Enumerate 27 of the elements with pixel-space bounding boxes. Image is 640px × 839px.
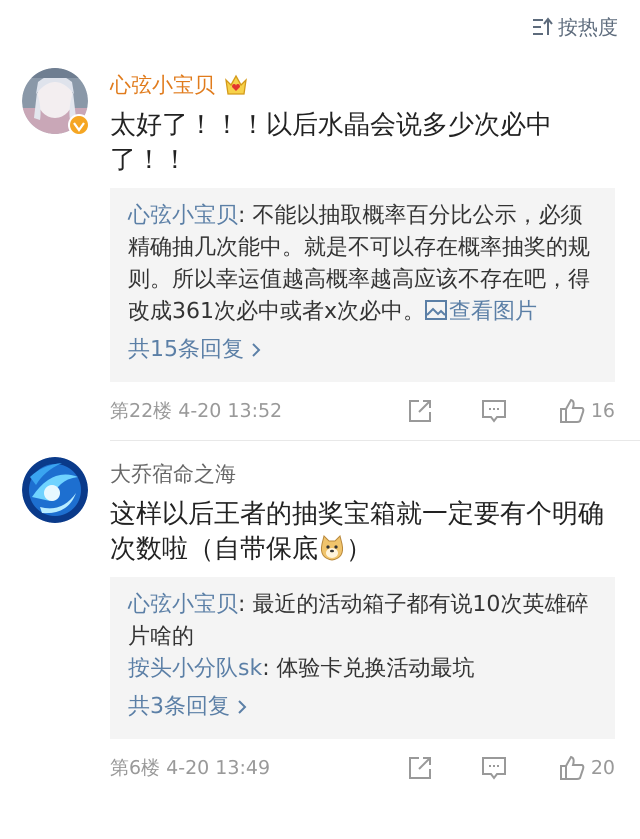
comment-icon[interactable] (480, 755, 507, 781)
image-icon[interactable] (425, 300, 448, 320)
sort-button[interactable]: 按热度 (532, 14, 618, 40)
reply-text: 心弦小宝贝: 不能以抽取概率百分比公示，必须精确抽几次能中。就是不可以存在概率抽奖的规则。所以幸运值越高概率越高应该不存在吧，得改成361次必中或者x次必中。 查看图片 (128, 202, 591, 326)
like-button[interactable]: 16 (558, 398, 615, 424)
reply-text: 心弦小宝贝: 最近的活动箱子都有说10次英雄碎片啥的 (128, 591, 590, 651)
reply-author[interactable]: 心弦小宝贝 (128, 592, 238, 617)
comment-text: 这样以后王者的抽奖宝箱就一定要有个明确次数啦（自带保底 ） (110, 498, 605, 566)
username[interactable]: 心弦小宝贝 (110, 71, 215, 99)
reply-text: 按头小分队sk: 体验卡兑换活动最坑 (128, 655, 476, 683)
sort-icon[interactable] (532, 17, 554, 37)
like-button[interactable]: 20 (558, 755, 615, 781)
comment-text: 太好了！！！以后水晶会说多少次必中了！！ (110, 109, 553, 177)
username[interactable]: 大乔宿命之海 (110, 460, 236, 488)
comment-icon[interactable] (480, 398, 507, 424)
share-icon[interactable] (406, 398, 433, 424)
reply-author[interactable]: 心弦小宝贝 (128, 203, 238, 228)
chevron-icon[interactable] (236, 698, 248, 716)
share-icon[interactable] (406, 755, 433, 781)
floor-time: 第22楼 4-20 13:52 (110, 399, 284, 424)
chevron-icon[interactable] (250, 341, 262, 359)
more-replies-link[interactable]: 共3条回复 (128, 691, 248, 723)
dog-emoji-icon (318, 534, 346, 562)
floor-time: 第6楼 4-20 13:49 (110, 756, 272, 781)
view-image-link[interactable]: 查看图片 (425, 299, 538, 324)
more-replies-link[interactable]: 共15条回复 (128, 334, 262, 366)
reply-author[interactable]: 按头小分队sk (128, 656, 262, 681)
